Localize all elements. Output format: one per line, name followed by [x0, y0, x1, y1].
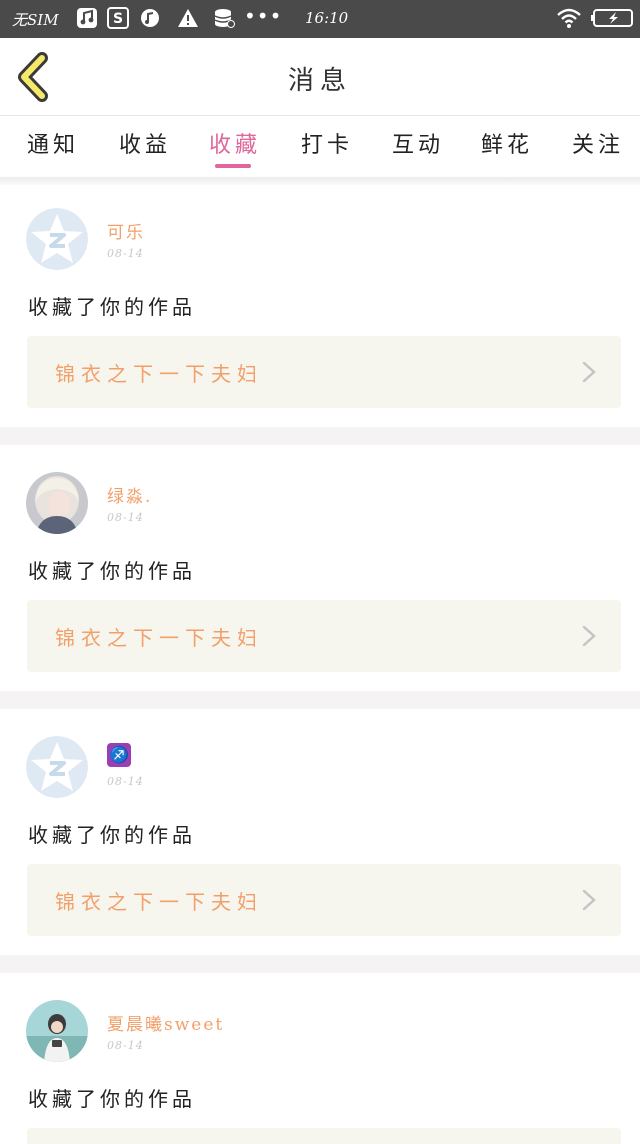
work-link[interactable] — [27, 1128, 621, 1144]
tab-follow[interactable]: 关注 — [572, 127, 624, 159]
default-star-avatar-icon — [26, 736, 88, 798]
work-title: 锦衣之下一下夫妇 — [55, 626, 263, 650]
message-date: 08-14 — [107, 511, 144, 524]
username[interactable]: 绿淼. — [107, 482, 152, 507]
tab-earnings[interactable]: 收益 — [119, 127, 171, 159]
battery-icon — [591, 7, 635, 29]
username[interactable]: 夏晨曦sweet — [107, 1010, 224, 1035]
tab-check-in[interactable]: 打卡 — [301, 127, 353, 159]
default-star-avatar-icon — [26, 208, 88, 270]
card-separator — [0, 691, 640, 709]
work-link[interactable]: 锦衣之下一下夫妇 — [27, 600, 621, 672]
active-tab-indicator — [215, 164, 251, 168]
message-card: ♐ 08-14 收藏了你的作品 锦衣之下一下夫妇 — [0, 709, 640, 955]
user-photo-icon — [26, 1000, 88, 1062]
message-date: 08-14 — [107, 775, 144, 788]
tab-favorites[interactable]: 收藏 — [209, 127, 261, 159]
work-link[interactable]: 锦衣之下一下夫妇 — [27, 336, 621, 408]
work-title: 锦衣之下一下夫妇 — [55, 362, 263, 386]
page-title: 消息 — [287, 66, 352, 96]
avatar[interactable] — [26, 208, 88, 270]
music-icon — [76, 7, 98, 29]
warning-icon — [177, 7, 199, 29]
audio-icon — [139, 7, 161, 29]
avatar[interactable] — [26, 1000, 88, 1062]
work-title: 锦衣之下一下夫妇 — [55, 890, 263, 914]
avatar[interactable] — [26, 736, 88, 798]
tab-divider — [0, 177, 640, 185]
chevron-right-icon — [582, 889, 596, 911]
tab-bar: 通知 收益 收藏 打卡 互动 鲜花 关注 — [0, 117, 640, 177]
message-date: 08-14 — [107, 1039, 144, 1052]
action-text: 收藏了你的作品 — [28, 1087, 196, 1111]
nav-header: 消息 — [0, 38, 640, 116]
message-card: 可乐 08-14 收藏了你的作品 锦衣之下一下夫妇 — [0, 185, 640, 427]
svg-text:S: S — [113, 11, 123, 27]
username[interactable]: ♐ — [107, 743, 131, 767]
status-bar: 无SIM S ••• 16:10 — [0, 0, 640, 38]
data-icon — [213, 7, 235, 29]
work-link[interactable]: 锦衣之下一下夫妇 — [27, 864, 621, 936]
wifi-icon — [556, 7, 582, 29]
avatar[interactable] — [26, 472, 88, 534]
message-date: 08-14 — [107, 247, 144, 260]
more-dots: ••• — [244, 4, 283, 28]
clock: 16:10 — [305, 9, 349, 27]
card-separator — [0, 955, 640, 973]
message-card: 夏晨曦sweet 08-14 收藏了你的作品 — [0, 973, 640, 1144]
action-text: 收藏了你的作品 — [28, 823, 196, 847]
chevron-right-icon — [582, 625, 596, 647]
username[interactable]: 可乐 — [107, 218, 145, 243]
action-text: 收藏了你的作品 — [28, 559, 196, 583]
tab-interaction[interactable]: 互动 — [392, 127, 444, 159]
message-card: 绿淼. 08-14 收藏了你的作品 锦衣之下一下夫妇 — [0, 445, 640, 691]
tab-notifications[interactable]: 通知 — [27, 127, 79, 159]
tab-flowers[interactable]: 鲜花 — [481, 127, 533, 159]
s-app-icon: S — [107, 7, 129, 29]
card-separator — [0, 427, 640, 445]
carrier-label: 无SIM — [12, 11, 59, 29]
chevron-right-icon — [582, 361, 596, 383]
action-text: 收藏了你的作品 — [28, 295, 196, 319]
user-photo-icon — [26, 472, 88, 534]
